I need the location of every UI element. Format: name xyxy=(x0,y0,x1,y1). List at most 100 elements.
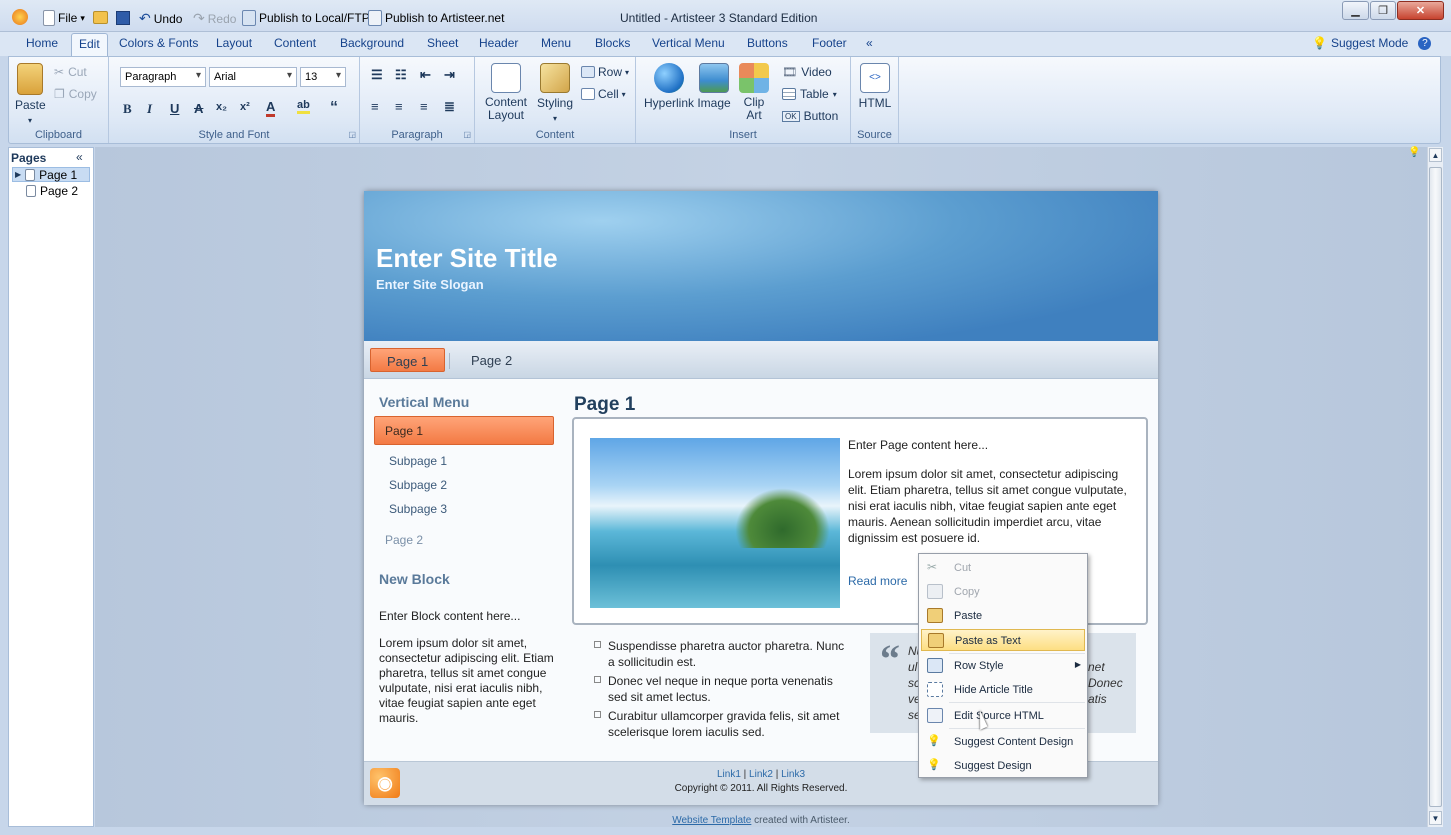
collapse-pages-button[interactable]: « xyxy=(76,150,83,164)
numbered-list-icon[interactable]: ☷ xyxy=(395,67,407,83)
context-suggest-content-design[interactable]: 💡 Suggest Content Design xyxy=(921,731,1085,753)
tab-layout[interactable]: Layout xyxy=(216,36,252,50)
superscript-icon[interactable]: x² xyxy=(240,101,250,113)
file-menu[interactable]: File ▾ xyxy=(43,10,85,26)
hyperlink-button[interactable]: Hyperlink xyxy=(644,63,694,110)
block-title[interactable]: New Block xyxy=(379,571,450,587)
video-button[interactable]: 🎞 Video xyxy=(782,65,832,79)
scroll-thumb[interactable] xyxy=(1429,167,1442,807)
subscript-icon[interactable]: x₂ xyxy=(216,101,227,113)
design-canvas[interactable]: Enter Site Title Enter Site Slogan Page … xyxy=(95,147,1427,827)
strikethrough-icon[interactable]: A xyxy=(194,101,203,116)
content-layout-button[interactable]: Content Layout xyxy=(483,63,529,122)
article-text[interactable]: Lorem ipsum dolor sit amet, consectetur … xyxy=(848,466,1130,546)
site-header[interactable]: Enter Site Title Enter Site Slogan xyxy=(364,191,1158,341)
scroll-up-arrow-icon[interactable]: ▲ xyxy=(1429,148,1442,162)
tab-buttons[interactable]: Buttons xyxy=(747,36,788,50)
vmenu-page2[interactable]: Page 2 xyxy=(385,533,565,547)
context-copy[interactable]: Copy xyxy=(921,581,1085,603)
font-family-select[interactable]: Arial xyxy=(209,67,297,87)
help-icon[interactable]: ? xyxy=(1418,36,1432,50)
decrease-indent-icon[interactable]: ⇤ xyxy=(420,67,431,83)
align-left-icon[interactable]: ≡ xyxy=(371,99,379,114)
site-slogan[interactable]: Enter Site Slogan xyxy=(376,277,484,292)
page-tree-item-2[interactable]: Page 2 xyxy=(26,184,78,198)
context-paste-as-text[interactable]: Paste as Text xyxy=(921,629,1085,651)
styling-button[interactable]: Styling ▾ xyxy=(535,63,575,124)
align-right-icon[interactable]: ≡ xyxy=(420,99,428,114)
page-tree-item-1[interactable]: ▶ Page 1 xyxy=(12,167,90,182)
suggestion-bulb-icon[interactable]: 💡 xyxy=(1408,147,1420,158)
publish-artisteer-button[interactable]: Publish to Artisteer.net xyxy=(368,10,504,26)
justify-icon[interactable]: ≣ xyxy=(444,99,455,115)
italic-icon[interactable]: I xyxy=(147,101,152,117)
close-button[interactable]: ✕ xyxy=(1397,1,1444,20)
button-insert-button[interactable]: OK Button xyxy=(782,109,838,123)
footer-link2[interactable]: Link2 xyxy=(749,769,773,780)
tab-content[interactable]: Content xyxy=(274,36,316,50)
tab-header[interactable]: Header xyxy=(479,36,518,50)
font-color-icon[interactable]: A xyxy=(266,99,276,117)
tab-edit[interactable]: Edit xyxy=(71,33,108,57)
context-row-style[interactable]: Row Style ▶ xyxy=(921,655,1085,677)
bold-icon[interactable]: B xyxy=(123,101,132,117)
save-icon[interactable] xyxy=(116,11,130,25)
bullet-list-icon[interactable]: ☰ xyxy=(371,67,383,83)
block-text[interactable]: Lorem ipsum dolor sit amet, consectetur … xyxy=(379,636,557,726)
maximize-button[interactable]: ❐ xyxy=(1370,1,1396,20)
menu-item-page1[interactable]: Page 1 xyxy=(370,348,446,372)
list-item[interactable]: Suspendisse pharetra auctor pharetra. Nu… xyxy=(594,638,854,670)
tab-vertical-menu[interactable]: Vertical Menu xyxy=(652,36,725,50)
minimize-button[interactable]: ▁ xyxy=(1342,1,1369,20)
open-icon[interactable] xyxy=(93,11,108,24)
tab-home[interactable]: Home xyxy=(26,36,58,50)
footer-link1[interactable]: Link1 xyxy=(717,769,741,780)
site-title[interactable]: Enter Site Title xyxy=(376,243,558,274)
context-paste[interactable]: Paste xyxy=(921,605,1085,627)
undo-button[interactable]: ↶ Undo xyxy=(139,10,182,27)
cell-button[interactable]: Cell ▾ xyxy=(581,87,626,101)
context-hide-article-title[interactable]: Hide Article Title xyxy=(921,679,1085,701)
tab-sheet[interactable]: Sheet xyxy=(427,36,458,50)
vertical-scrollbar[interactable]: ▲ ▼ xyxy=(1427,147,1443,827)
tab-menu[interactable]: Menu xyxy=(541,36,571,50)
align-center-icon[interactable]: ≡ xyxy=(395,99,403,114)
tab-footer[interactable]: Footer xyxy=(812,36,847,50)
tab-blocks[interactable]: Blocks xyxy=(595,36,630,50)
block-intro[interactable]: Enter Block content here... xyxy=(379,609,520,623)
publish-local-button[interactable]: Publish to Local/FTP xyxy=(242,10,370,26)
beach-image[interactable] xyxy=(590,438,840,608)
menu-item-page2[interactable]: Page 2 xyxy=(455,348,528,372)
tabs-more-button[interactable]: « xyxy=(866,36,873,50)
vmenu-subpage2[interactable]: Subpage 2 xyxy=(389,478,569,492)
cut-button[interactable]: ✂ Cut xyxy=(54,65,87,79)
list-item[interactable]: Curabitur ullamcorper gravida felis, sit… xyxy=(594,708,854,740)
quote-icon[interactable]: “ xyxy=(330,99,338,117)
vmenu-subpage1[interactable]: Subpage 1 xyxy=(389,454,569,468)
vmenu-item-page1[interactable]: Page 1 xyxy=(374,416,554,445)
context-cut[interactable]: ✂ Cut xyxy=(921,557,1085,579)
image-button[interactable]: Image xyxy=(696,63,732,110)
copy-button[interactable]: ❐ Copy xyxy=(54,87,97,101)
article-title[interactable]: Page 1 xyxy=(574,394,635,416)
article-intro[interactable]: Enter Page content here... xyxy=(848,438,988,452)
paste-button[interactable]: Paste ▾ xyxy=(15,63,46,126)
website-template-link[interactable]: Website Template xyxy=(672,815,751,826)
underline-icon[interactable]: U xyxy=(170,101,179,116)
context-edit-source-html[interactable]: Edit Source HTML xyxy=(921,705,1085,727)
table-button[interactable]: Table ▾ xyxy=(782,87,837,101)
app-logo-icon[interactable] xyxy=(12,9,28,25)
increase-indent-icon[interactable]: ⇥ xyxy=(444,67,455,83)
tab-colors-fonts[interactable]: Colors & Fonts xyxy=(119,36,198,50)
suggest-mode-toggle[interactable]: 💡 Suggest Mode ? xyxy=(1312,36,1432,50)
context-suggest-design[interactable]: 💡 Suggest Design xyxy=(921,755,1085,777)
tab-background[interactable]: Background xyxy=(340,36,404,50)
clip-art-button[interactable]: Clip Art xyxy=(736,63,772,122)
redo-button[interactable]: ↷ Redo xyxy=(193,10,236,27)
scroll-down-arrow-icon[interactable]: ▼ xyxy=(1429,811,1442,825)
read-more-link[interactable]: Read more xyxy=(848,574,907,588)
footer-link3[interactable]: Link3 xyxy=(781,769,805,780)
paragraph-style-select[interactable]: Paragraph xyxy=(120,67,206,87)
font-size-select[interactable]: 13 xyxy=(300,67,346,87)
list-item[interactable]: Donec vel neque in neque porta venenatis… xyxy=(594,673,854,705)
